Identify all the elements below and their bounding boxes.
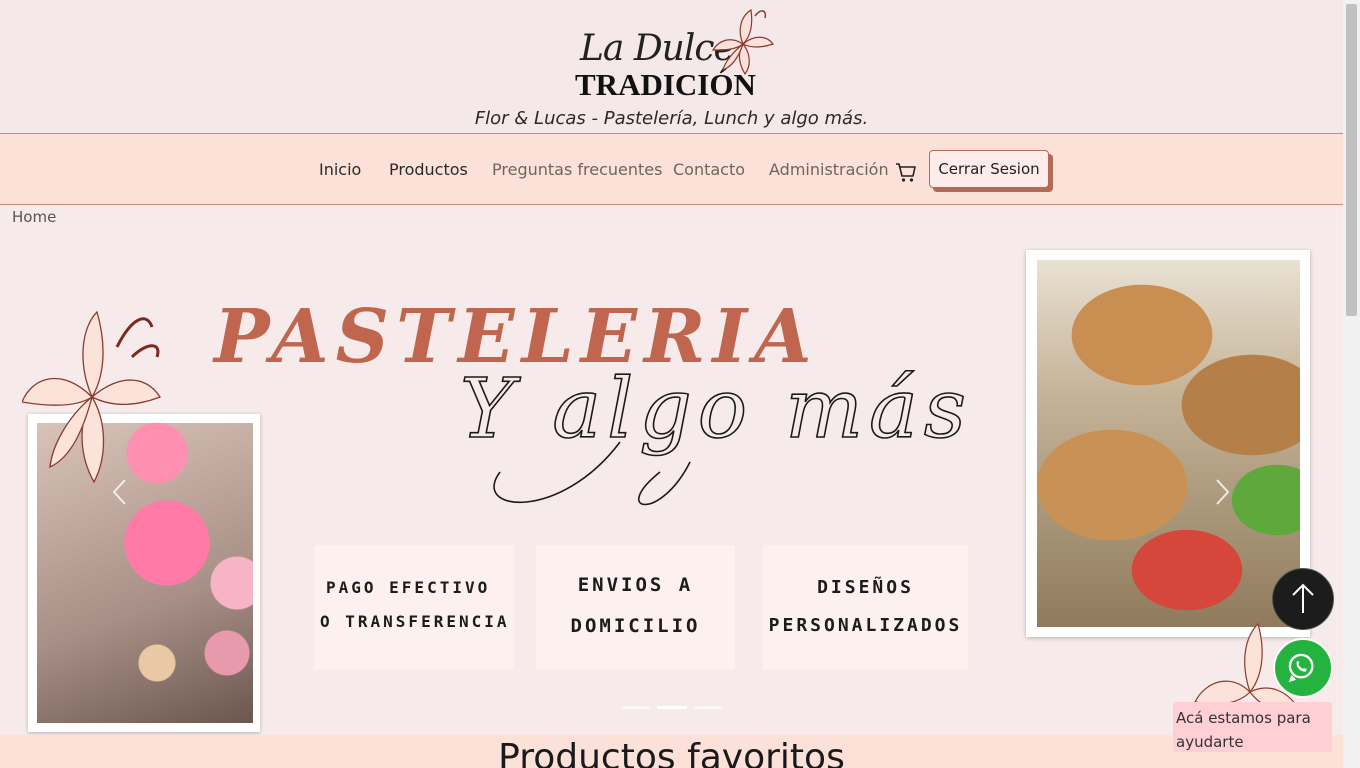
page-scrollbar[interactable] — [1343, 0, 1360, 768]
carousel-next-icon[interactable] — [1212, 477, 1232, 507]
carousel-indicator-3[interactable] — [693, 706, 723, 709]
feature-payment: PAGO EFECTIVO O TRANSFERENCIA — [314, 545, 514, 670]
logout-button[interactable]: Cerrar Sesion — [929, 150, 1049, 188]
whatsapp-button[interactable] — [1273, 638, 1333, 698]
nav-item-inicio[interactable]: Inicio — [319, 160, 361, 179]
cart-icon[interactable] — [895, 161, 917, 183]
nav-item-administracion[interactable]: Administración — [769, 160, 889, 179]
bagel-sandwich-photo — [1026, 250, 1310, 637]
bagel-image — [1037, 260, 1300, 627]
lily-icon — [711, 9, 774, 76]
feature-delivery: ENVIOS A DOMICILIO — [536, 545, 735, 670]
feature-custom-designs: DISEÑOS PERSONALIZADOS — [763, 545, 968, 670]
arrow-up-icon — [1292, 583, 1314, 613]
feature-delivery-line2: DOMICILIO — [570, 615, 701, 637]
hero-script-text: Y algo más — [459, 361, 972, 506]
breadcrumb[interactable]: Home — [12, 208, 56, 226]
tagline: Flor & Lucas - Pastelería, Lunch y algo … — [474, 108, 869, 129]
lily-decoration-left — [22, 310, 161, 484]
logo[interactable]: La Dulce TRADICIÓN — [575, 6, 775, 102]
favorites-section: Productos favoritos — [0, 735, 1343, 768]
nav-item-preguntas-frecuentes[interactable]: Preguntas frecuentes — [492, 160, 662, 179]
help-bubble[interactable]: Acá estamos para ayudarte — [1173, 702, 1332, 752]
carousel-prev-icon[interactable] — [110, 477, 130, 507]
feature-custom-line1: DISEÑOS — [817, 577, 914, 598]
feature-delivery-line1: ENVIOS A — [577, 574, 694, 596]
favorites-title: Productos favoritos — [498, 737, 845, 768]
feature-custom-line2: PERSONALIZADOS — [768, 615, 963, 636]
nav-item-contacto[interactable]: Contacto — [673, 160, 745, 179]
whatsapp-icon — [1288, 653, 1314, 683]
hero-carousel: PASTELERIA Y algo más PAGO EFECTIVO O TR… — [0, 232, 1343, 737]
carousel-indicator-2[interactable] — [657, 706, 687, 709]
site-header: La Dulce TRADICIÓN Flor & Lucas - Pastel… — [0, 0, 1343, 134]
feature-payment-line2: O TRANSFERENCIA — [320, 612, 510, 631]
back-to-top-button[interactable] — [1272, 568, 1334, 630]
feature-payment-line1: PAGO EFECTIVO — [326, 578, 491, 597]
scrollbar-thumb[interactable] — [1346, 4, 1357, 316]
carousel-indicator-1[interactable] — [621, 706, 651, 709]
main-nav: Inicio Productos Preguntas frecuentes Co… — [0, 134, 1343, 205]
nav-item-productos[interactable]: Productos — [389, 160, 468, 179]
svg-text:Y algo más: Y algo más — [460, 362, 972, 457]
